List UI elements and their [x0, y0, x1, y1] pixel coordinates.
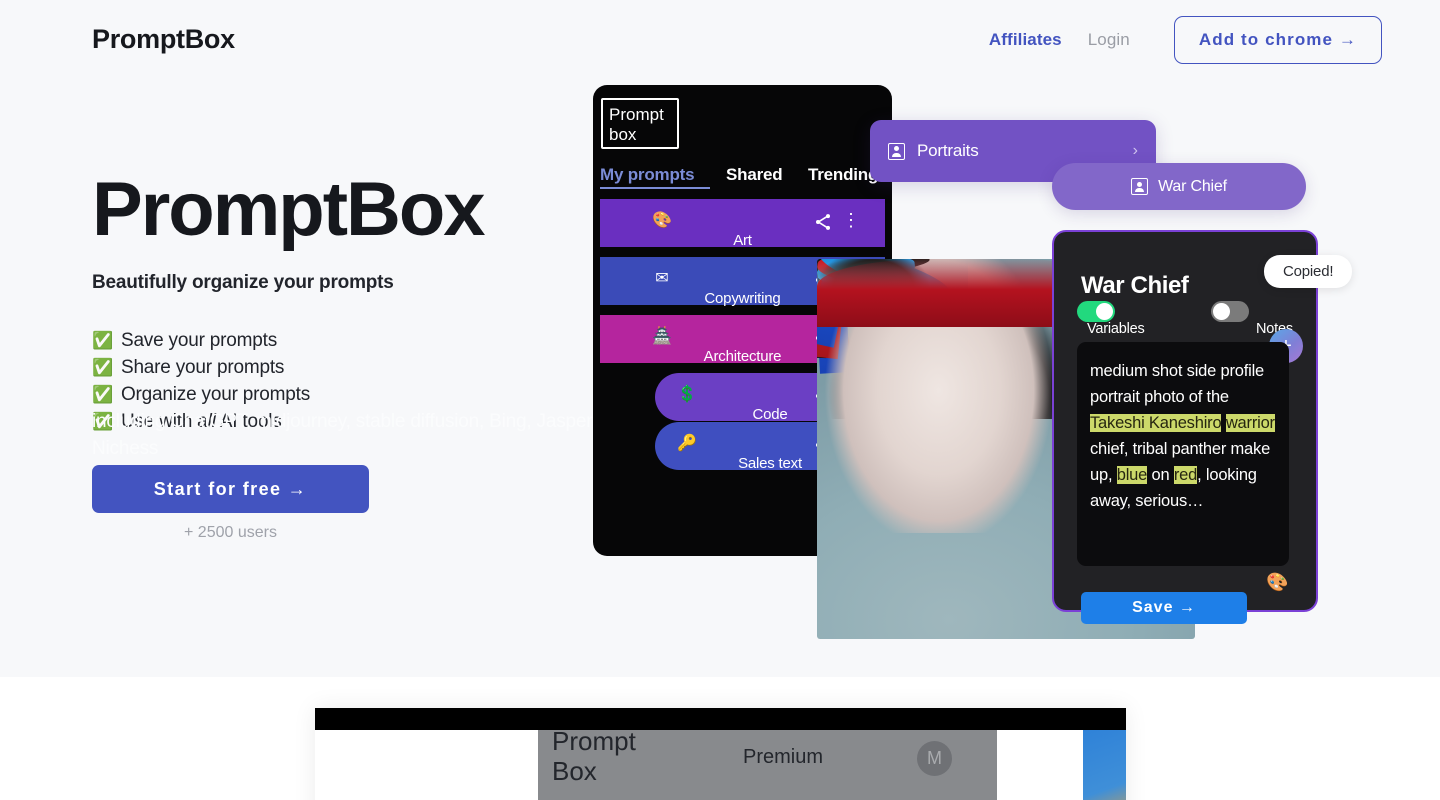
share-icon[interactable] [813, 212, 833, 232]
feature-bullet-label: Organize your prompts [120, 383, 311, 405]
save-button[interactable]: Save → [1081, 592, 1247, 624]
feature-bullet-label: Save your prompts [120, 329, 278, 351]
preview-logo-line1: Prompt [552, 726, 636, 756]
preview-logo: Prompt Box [552, 726, 636, 786]
check-icon: ✅ [92, 357, 113, 377]
preview-panel: Prompt Box Premium M MY PROMPTS SHARED W… [538, 726, 997, 800]
prompt-row-label: Art [733, 232, 752, 249]
warchief-pill[interactable]: War Chief [1052, 163, 1306, 210]
preview-topbar [315, 708, 1126, 730]
palette-icon: 🎨 [652, 212, 672, 229]
copied-toast: Copied! [1264, 255, 1353, 288]
tab-shared[interactable]: Shared [726, 165, 783, 185]
feature-bullets: ✅ Save your prompts ✅ Share your prompts… [92, 327, 612, 459]
chevron-right-icon: › [1132, 142, 1138, 159]
portraits-card-label: Portraits [917, 141, 979, 160]
variables-toggle-label: Variables [1087, 321, 1145, 337]
prompt-text-area[interactable]: medium shot side profile portrait photo … [1077, 342, 1289, 566]
dollar-coin-icon: 💲 [677, 386, 697, 403]
palette-icon[interactable]: 🎨 [1266, 572, 1288, 593]
prompt-row-art[interactable]: 🎨 Art ⋮ [600, 199, 885, 249]
notes-toggle[interactable] [1211, 301, 1249, 322]
preview-premium-label[interactable]: Premium [743, 746, 823, 769]
bottom-section: Prompt Box Premium M MY PROMPTS SHARED W… [0, 677, 1440, 800]
hero-copy: PromptBox Beautifully organize your prom… [92, 167, 612, 459]
hero-subtitle: Beautifully organize your prompts [92, 271, 394, 293]
landing-page: PromptBox Affiliates Login Add to chrome… [0, 0, 1440, 800]
building-icon: 🏯 [652, 328, 672, 345]
more-options-icon[interactable]: ⋮ [842, 210, 860, 230]
toggle-knob [1096, 303, 1113, 320]
nav-link-affiliates[interactable]: Affiliates [989, 30, 1062, 50]
app-logo-line1: Prompt [609, 105, 664, 124]
main-nav: Affiliates Login Add to chrome → [989, 16, 1382, 64]
feature-bullet: ✅ Use with all AI tools [92, 408, 612, 435]
portrait-id-icon [1131, 178, 1149, 195]
site-header: PromptBox Affiliates Login Add to chrome… [0, 0, 1440, 78]
prompt-segment: medium shot side profile portrait photo … [1090, 362, 1265, 406]
hero-section: PromptBox Affiliates Login Add to chrome… [0, 0, 1440, 677]
toggle-knob [1213, 303, 1230, 320]
start-for-free-button[interactable]: Start for free → [92, 465, 369, 513]
feature-bullet-label: Use with all AI tools [120, 410, 282, 432]
envelope-icon: ✉ [655, 270, 669, 287]
prompt-segment: on [1147, 466, 1174, 484]
brand-logo[interactable]: PromptBox [92, 24, 235, 55]
prompt-highlight: blue [1116, 466, 1148, 484]
prompt-highlight: Takeshi Kaneshiro [1090, 414, 1222, 432]
preview-right-strip [1083, 730, 1126, 800]
check-icon: ✅ [92, 330, 113, 350]
key-icon: 🔑 [677, 435, 697, 452]
page-title: PromptBox [92, 167, 486, 252]
avatar[interactable]: M [917, 741, 952, 776]
app-screenshot-preview: Prompt Box Premium M MY PROMPTS SHARED W… [315, 708, 1126, 800]
preview-logo-line2: Box [552, 756, 597, 786]
feature-bullet-label: Share your prompts [120, 356, 285, 378]
prompt-highlight: warrior [1225, 414, 1275, 432]
warchief-pill-label: War Chief [1158, 177, 1227, 195]
prompt-text: medium shot side profile portrait photo … [1090, 358, 1277, 514]
preview-right-card [997, 740, 1083, 800]
variables-toggle[interactable] [1077, 301, 1115, 322]
app-logo-line2: box [609, 125, 637, 144]
prompt-detail-title: War Chief [1081, 272, 1189, 299]
portrait-id-icon [888, 142, 905, 160]
app-logo: Prompt box [601, 98, 679, 149]
nav-link-login[interactable]: Login [1088, 30, 1130, 50]
check-icon: ✅ [92, 384, 113, 404]
feature-bullet: ✅ Organize your prompts [92, 381, 612, 408]
feature-bullet: ✅ Share your prompts [92, 354, 612, 381]
check-icon: ✅ [92, 411, 113, 431]
tab-my-prompts[interactable]: My prompts [600, 165, 710, 189]
prompt-highlight: red [1173, 466, 1198, 484]
add-to-chrome-button[interactable]: Add to chrome → [1173, 16, 1382, 64]
tab-trending[interactable]: Trending [808, 165, 878, 185]
feature-bullet: ✅ Save your prompts [92, 327, 612, 354]
users-count-note: + 2500 users [184, 524, 277, 541]
